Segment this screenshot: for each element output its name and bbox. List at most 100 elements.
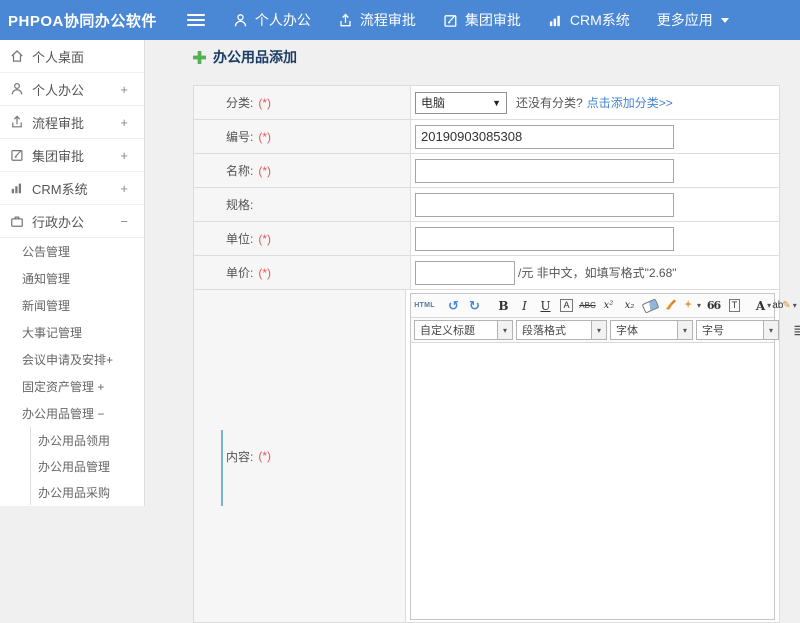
- caret-down-icon: ▾: [763, 321, 778, 339]
- font-color-button[interactable]: A ▾: [754, 296, 773, 315]
- unit-input[interactable]: [415, 226, 674, 251]
- hamburger-menu-icon[interactable]: [186, 14, 205, 26]
- subscript-button[interactable]: x₂: [620, 296, 639, 315]
- sidebar-item[interactable]: 公告管理: [0, 238, 144, 265]
- label-text: 单价:: [226, 266, 254, 280]
- label-text: 内容:: [226, 449, 254, 464]
- edit-icon: [444, 14, 457, 27]
- sidebar-item[interactable]: CRM系统 +: [0, 172, 144, 205]
- glyph: T: [728, 299, 741, 312]
- sidebar-item-label: 集团审批: [32, 148, 85, 164]
- sidebar-item[interactable]: 办公用品管理 −: [0, 400, 144, 427]
- redo-button[interactable]: ↻: [465, 296, 484, 315]
- align-left-button[interactable]: [791, 321, 800, 340]
- topbar-nav-5[interactable]: 更多应用: [657, 10, 729, 30]
- char-border-button[interactable]: A: [557, 296, 576, 315]
- sidebar-item-label: 新闻管理: [22, 299, 71, 313]
- form-label-category: 分类: (*): [194, 86, 411, 119]
- form-label-spec: 规格:: [194, 188, 411, 221]
- source-button[interactable]: HTML: [414, 296, 434, 315]
- form-label-name: 名称: (*): [194, 154, 411, 187]
- expander-icon[interactable]: +: [120, 148, 128, 163]
- sidebar-item[interactable]: 新闻管理: [0, 292, 144, 319]
- eraser-icon: [641, 297, 660, 314]
- name-input[interactable]: [415, 158, 674, 183]
- add-plus-icon: [193, 50, 206, 64]
- editor-content-area[interactable]: [411, 343, 774, 619]
- sidebar-item-label: 个人桌面: [32, 49, 85, 65]
- sidebar-item-label: 行政办公: [32, 214, 85, 230]
- add-category-link[interactable]: 点击添加分类>>: [587, 94, 673, 111]
- page-title: 办公用品添加: [193, 47, 297, 67]
- sidebar-item[interactable]: 通知管理: [0, 265, 144, 292]
- expander-icon[interactable]: −: [120, 214, 128, 229]
- sidebar-item[interactable]: 行政办公 −: [0, 205, 144, 238]
- sidebar-item[interactable]: 办公用品采购: [30, 479, 144, 505]
- code-input[interactable]: [415, 124, 674, 149]
- sidebar-item[interactable]: 会议申请及安排+: [0, 346, 144, 373]
- topbar-nav-label: 个人办公: [254, 12, 311, 28]
- vertical-divider-line: [221, 430, 223, 506]
- expander-icon[interactable]: +: [120, 115, 128, 130]
- person-icon: [234, 13, 247, 27]
- form-value-name: [411, 154, 779, 187]
- form-row-unit: 单位: (*): [194, 222, 779, 256]
- form-value-content: HTML ↺ ↻ B I U A ABC x² x₂ ▾ 66 T A ▾ ab ✎ ▾ 自定义标题 ▾ 段落格式 ▾ 字体…: [406, 290, 800, 622]
- auto-typeset-button[interactable]: ▾: [683, 296, 702, 315]
- topbar-nav-label: 更多应用: [656, 12, 713, 28]
- highlight-button[interactable]: ab ✎ ▾: [772, 296, 797, 315]
- superscript-button[interactable]: x²: [599, 296, 618, 315]
- remove-format-button[interactable]: [641, 296, 660, 315]
- sidebar-item[interactable]: 固定资产管理 +: [0, 373, 144, 400]
- custom-title-select[interactable]: 自定义标题 ▾: [414, 320, 513, 340]
- blockquote-button[interactable]: 66: [704, 296, 723, 315]
- topbar-nav-4[interactable]: CRM系统: [548, 10, 630, 30]
- font-family-select[interactable]: 字体 ▾: [610, 320, 693, 340]
- briefcase-icon: [11, 216, 23, 227]
- font-size-select[interactable]: 字号 ▾: [696, 320, 779, 340]
- sidebar-item-label: 通知管理: [22, 272, 71, 286]
- topbar-nav-3[interactable]: 集团审批: [443, 10, 521, 30]
- sidebar-item-label: 办公用品管理 −: [22, 407, 105, 421]
- italic-button[interactable]: I: [515, 296, 534, 315]
- topbar-nav-2[interactable]: 流程审批: [338, 10, 416, 30]
- format-brush-button[interactable]: [662, 296, 681, 315]
- sidebar-item[interactable]: 个人桌面: [0, 40, 144, 73]
- rich-text-editor: HTML ↺ ↻ B I U A ABC x² x₂ ▾ 66 T A ▾ ab ✎ ▾ 自定义标题 ▾ 段落格式 ▾ 字体…: [410, 293, 800, 620]
- undo-button[interactable]: ↺: [444, 296, 463, 315]
- glyph: A: [560, 299, 573, 312]
- sidebar-item-label: 大事记管理: [22, 326, 83, 340]
- category-select[interactable]: 电脑 ▼: [415, 91, 507, 114]
- sidebar-item[interactable]: 集团审批 +: [0, 139, 144, 172]
- glyph: x₂: [624, 300, 635, 311]
- form-value-category: 电脑 ▼ 还没有分类? 点击添加分类>>: [411, 86, 779, 119]
- sidebar-item[interactable]: 办公用品领用: [30, 427, 144, 453]
- required-mark: (*): [258, 449, 272, 463]
- topbar-nav: 个人办公 流程审批 集团审批 CRM系统 更多应用: [233, 10, 756, 30]
- editor-toolbar-row2: 自定义标题 ▾ 段落格式 ▾ 字体 ▾ 字号 ▾: [411, 318, 800, 343]
- topbar-nav-1[interactable]: 个人办公: [233, 10, 311, 30]
- strikethrough-button[interactable]: ABC: [578, 296, 597, 315]
- form-label-code: 编号: (*): [194, 120, 411, 153]
- bold-button[interactable]: B: [494, 296, 513, 315]
- edit-icon: [11, 150, 23, 161]
- expander-icon[interactable]: +: [120, 181, 128, 196]
- sidebar-item[interactable]: 个人办公 +: [0, 73, 144, 106]
- underline-button[interactable]: U: [536, 296, 555, 315]
- category-selected-value: 电脑: [421, 96, 446, 110]
- sidebar-item[interactable]: 办公用品管理: [30, 453, 144, 479]
- expander-icon[interactable]: +: [120, 82, 128, 97]
- form-row-code: 编号: (*): [194, 120, 779, 154]
- caret-down-icon: ▾: [792, 301, 797, 310]
- sidebar-item[interactable]: 大事记管理: [0, 319, 144, 346]
- glyph: ↺: [448, 297, 459, 313]
- glyph: ABC: [579, 301, 596, 310]
- form-label-unit: 单位: (*): [194, 222, 411, 255]
- label-text: 编号:: [226, 130, 254, 144]
- sidebar-item[interactable]: 流程审批 +: [0, 106, 144, 139]
- paragraph-select[interactable]: 段落格式 ▾: [516, 320, 607, 340]
- select-label: 自定义标题: [420, 325, 475, 337]
- spec-input[interactable]: [415, 192, 674, 217]
- price-input[interactable]: [415, 260, 515, 285]
- paste-plain-button[interactable]: T: [725, 296, 744, 315]
